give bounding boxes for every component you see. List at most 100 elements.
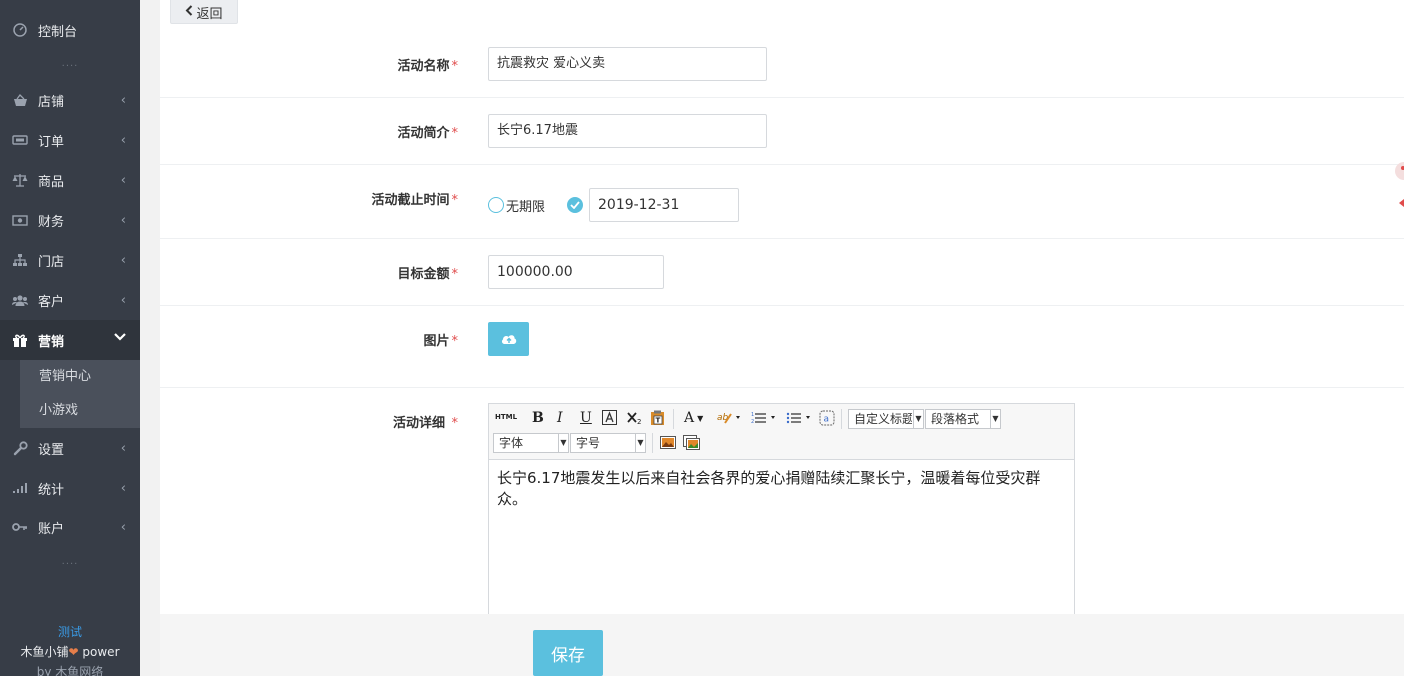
label-text: 目标金额 (397, 267, 450, 282)
image-label: 图片 * (160, 330, 458, 349)
sidebar-item-stores[interactable]: 门店 ‹ (0, 240, 140, 280)
sidebar-item-customers[interactable]: 客户 ‹ (0, 280, 140, 320)
sitemap-icon (12, 252, 28, 268)
subscript-icon[interactable]: 2 (627, 411, 642, 425)
underline-button[interactable]: U (580, 410, 592, 426)
footer-bar: 保存 (160, 614, 1404, 676)
footer-test-link[interactable]: 测试 (0, 622, 140, 642)
footer-by: by 木鱼网络 (36, 665, 104, 676)
sidebar-item-label: 营销 (38, 334, 65, 350)
sidebar-item-store[interactable]: 店铺 ‹ (0, 80, 140, 120)
image-upload-button[interactable] (488, 322, 529, 356)
select-value: 自定义标题 (854, 412, 912, 426)
row-divider (160, 387, 1404, 388)
html-source-button[interactable]: HTML (495, 413, 517, 421)
required-mark: * (451, 126, 459, 141)
bold-button[interactable]: B (532, 410, 544, 426)
activity-intro-input[interactable]: 长宁6.17地震 (488, 114, 767, 148)
activity-detail-label: 活动详细 * (160, 412, 458, 431)
caret-down-icon: ▼ (913, 410, 923, 428)
cloud-upload-icon (501, 335, 516, 344)
target-amount-label: 目标金额 * (160, 263, 458, 282)
chevron-left-icon: ‹ (120, 293, 126, 308)
edge-arrow-icon (1394, 197, 1404, 207)
unordered-list-icon[interactable] (786, 411, 812, 425)
sidebar-item-statistics[interactable]: 统计 ‹ (0, 468, 140, 508)
footer-brand-name: 木鱼小铺 (20, 645, 69, 659)
svg-text:2: 2 (637, 418, 641, 425)
font-color-label: A (684, 410, 695, 426)
sidebar-subitem-marketing-center[interactable]: 营销中心 (20, 360, 140, 394)
save-button[interactable]: 保存 (533, 630, 603, 676)
target-amount-input[interactable]: 100000.00 (488, 255, 664, 289)
highlight-color-icon[interactable]: ab (717, 411, 741, 425)
sidebar-item-goods[interactable]: 商品 ‹ (0, 160, 140, 200)
font-family-select[interactable]: 字体 ▼ (493, 433, 569, 453)
svg-text:T: T (656, 417, 661, 425)
back-button[interactable]: 返回 (170, 0, 238, 24)
sidebar-item-label: 财务 (38, 214, 65, 230)
sidebar-item-label: 订单 (38, 134, 65, 150)
deadline-date-input[interactable]: 2019-12-31 (589, 188, 739, 222)
caret-down-icon: ▼ (558, 434, 568, 452)
sidebar-item-account[interactable]: 账户 ‹ (0, 507, 140, 547)
chevron-left-icon: ‹ (120, 173, 126, 188)
custom-heading-select[interactable]: 自定义标题 ▼ (848, 409, 924, 429)
sidebar-item-label: 账户 (38, 521, 65, 537)
activity-name-label: 活动名称 * (160, 55, 458, 74)
row-divider (160, 305, 1404, 306)
anchor-icon[interactable]: a (819, 410, 835, 426)
sidebar-item-label: 统计 (38, 482, 65, 498)
editor-toolbar: HTML B I U 2 T A ▼ ab 12 a 自定义标题 ▼ 段落格式 … (489, 404, 1074, 460)
signal-icon (12, 480, 28, 496)
editor-content-area[interactable]: 长宁6.17地震发生以后来自社会各界的爱心捐赠陆续汇聚长宁，温暖着每位受灾群众。 (497, 468, 1067, 510)
caret-down-icon: ▼ (990, 410, 1000, 428)
sidebar: 控制台 .... 店铺 ‹ 订单 ‹ 商品 ‹ 财务 ‹ 门店 ‹ 客户 ‹ 营… (0, 0, 140, 676)
chevron-left-icon: ‹ (120, 253, 126, 268)
activity-intro-label: 活动简介 * (160, 122, 458, 141)
paste-text-icon[interactable]: T (650, 410, 665, 426)
multi-image-icon[interactable] (683, 435, 700, 450)
heart-icon: ❤ (68, 645, 79, 659)
money-icon (12, 212, 28, 228)
required-mark: * (451, 416, 459, 431)
label-text: 活动名称 (397, 59, 450, 74)
sidebar-item-marketing[interactable]: 营销 (0, 320, 140, 360)
insert-image-icon[interactable] (660, 436, 676, 449)
sidebar-item-label: 店铺 (38, 94, 65, 110)
sidebar-item-orders[interactable]: 订单 ‹ (0, 120, 140, 160)
sidebar-item-settings[interactable]: 设置 ‹ (0, 428, 140, 468)
sidebar-item-dashboard[interactable]: 控制台 (0, 10, 140, 50)
required-mark: * (451, 267, 459, 282)
label-text: 图片 (423, 334, 450, 349)
font-color-button[interactable]: A ▼ (684, 410, 703, 426)
unlimited-radio[interactable] (488, 197, 504, 213)
footer-power: power (82, 645, 120, 659)
rich-text-editor[interactable]: HTML B I U 2 T A ▼ ab 12 a 自定义标题 ▼ 段落格式 … (488, 403, 1075, 618)
italic-button[interactable]: I (557, 410, 563, 426)
label-text: 活动详细 (392, 416, 445, 431)
key-icon (12, 519, 28, 535)
ordered-list-icon[interactable]: 12 (751, 411, 777, 425)
sidebar-item-finance[interactable]: 财务 ‹ (0, 200, 140, 240)
required-mark: * (451, 59, 459, 74)
caret-down-icon: ▼ (635, 434, 645, 452)
date-radio-checked[interactable] (567, 197, 583, 213)
required-mark: * (451, 193, 459, 208)
edge-decoration-icon (1394, 160, 1404, 180)
activity-deadline-label: 活动截止时间 * (160, 189, 458, 208)
sidebar-subitem-mini-games[interactable]: 小游戏 (20, 394, 140, 428)
activity-name-input[interactable]: 抗震救灾 爱心义卖 (488, 47, 767, 81)
sidebar-item-label: 设置 (38, 442, 65, 458)
sidebar-item-label: 控制台 (38, 24, 78, 40)
wrench-icon (12, 440, 28, 456)
sidebar-item-label: 商品 (38, 174, 65, 190)
chevron-left-icon: ‹ (120, 133, 126, 148)
chevron-left-icon (185, 4, 193, 20)
font-size-select[interactable]: 字号 ▼ (570, 433, 646, 453)
paragraph-format-select[interactable]: 段落格式 ▼ (925, 409, 1001, 429)
font-border-icon[interactable] (602, 410, 617, 425)
sidebar-divider-dots: .... (61, 58, 79, 69)
label-text: 活动截止时间 (371, 193, 450, 208)
row-divider (160, 164, 1404, 165)
